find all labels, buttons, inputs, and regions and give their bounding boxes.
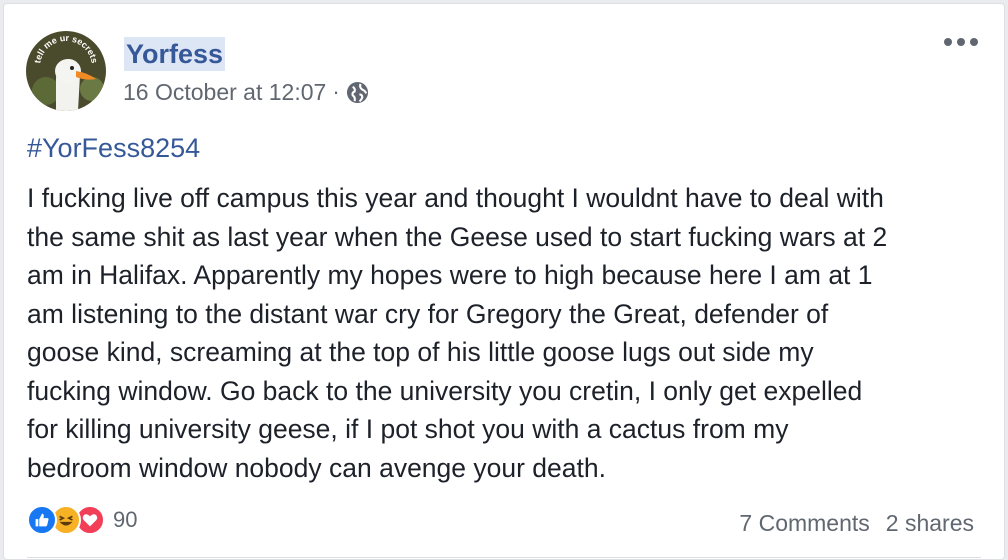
more-dot (944, 38, 952, 46)
post-body: I fucking live off campus this year and … (27, 183, 888, 483)
more-dot (970, 38, 978, 46)
like-icon (27, 505, 57, 535)
post-hashtag[interactable]: #YorFess8254 (27, 131, 200, 165)
post-meta: 16 October at 12:07 · (123, 78, 369, 106)
reactions-summary[interactable]: 90 (27, 505, 137, 535)
shares-count-link[interactable]: 2 shares (886, 509, 974, 537)
globe-icon[interactable] (346, 81, 369, 104)
post-timestamp[interactable]: 16 October at 12:07 (123, 78, 326, 106)
author-name[interactable]: Yorfess (124, 37, 226, 71)
reaction-count: 90 (113, 507, 138, 532)
meta-separator: · (332, 79, 340, 104)
more-options-icon[interactable] (944, 38, 978, 46)
post-card: tell me ur secrets Yorfess 16 October at… (3, 3, 1005, 560)
goose-avatar-image: tell me ur secrets (26, 31, 106, 111)
divider (27, 557, 981, 558)
comments-count-link[interactable]: 7 Comments (739, 509, 869, 537)
engagement-counts: 7 Comments 2 shares (739, 509, 974, 537)
more-dot (957, 38, 965, 46)
avatar[interactable]: tell me ur secrets (26, 31, 106, 111)
